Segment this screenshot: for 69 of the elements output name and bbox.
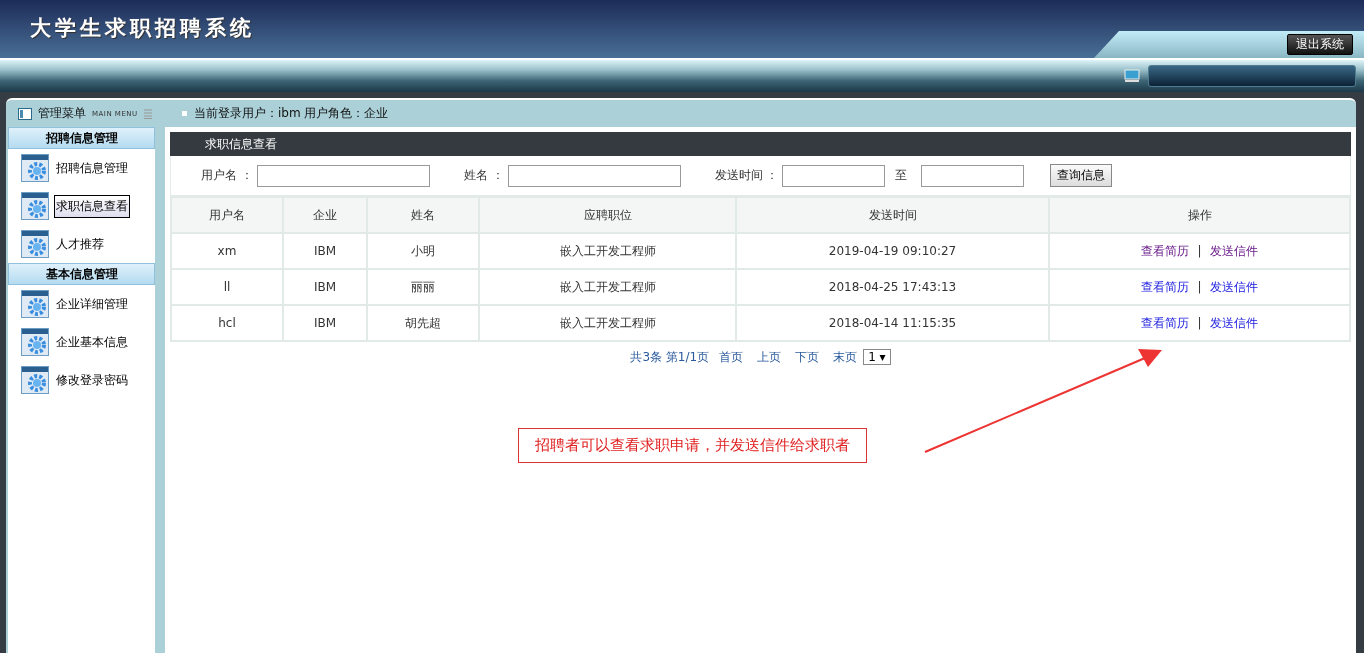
menu-panel-icon (18, 107, 32, 120)
table-cell: 胡先超 (367, 305, 479, 341)
table-cell: 嵌入工开发工程师 (479, 305, 736, 341)
query-button[interactable]: 查询信息 (1050, 164, 1113, 187)
sidebar-item[interactable]: 企业详细管理 (54, 292, 130, 316)
action-link[interactable]: 查看简历 (1141, 279, 1190, 294)
page-link[interactable]: 首页 (719, 348, 744, 366)
input-field[interactable] (921, 164, 1025, 187)
input-field[interactable] (782, 164, 886, 187)
panel-title: 求职信息查看 (170, 132, 1351, 156)
sidebar-item[interactable]: 招聘信息管理 (54, 156, 130, 180)
sidebar-item[interactable]: 人才推荐 (54, 232, 106, 256)
field-label: 用户名 ： (201, 167, 253, 184)
link-separator: | (1197, 279, 1202, 294)
gear-window-icon (21, 328, 49, 356)
action-link[interactable]: 查看简历 (1141, 243, 1190, 258)
page-select[interactable]: 1 ▾ (863, 349, 891, 365)
input-field[interactable] (256, 164, 430, 187)
table-cell: 2019-04-19 09:10:27 (736, 233, 1049, 269)
action-link[interactable]: 发送信件 (1209, 315, 1258, 330)
column-header: 姓名 (367, 197, 479, 233)
table-cell: hcl (171, 305, 283, 341)
table-cell: IBM (283, 269, 367, 305)
sidebar-group-title: 招聘信息管理 (8, 127, 155, 149)
column-header: 应聘职位 (479, 197, 736, 233)
link-separator: | (1197, 243, 1202, 258)
table-cell: ll (171, 269, 283, 305)
system-title: 大学生求职招聘系统 (29, 14, 255, 42)
column-header: 用户名 (171, 197, 283, 233)
sidebar-group-title: 基本信息管理 (8, 263, 155, 285)
sidebar-item[interactable]: 求职信息查看 (54, 194, 130, 218)
table-cell: 嵌入工开发工程师 (479, 233, 736, 269)
table-cell: 丽丽 (367, 269, 479, 305)
link-separator: | (1197, 315, 1202, 330)
user-info: 当前登录用户：ibm 用户角色：企业 (194, 105, 389, 122)
column-header: 企业 (283, 197, 367, 233)
gear-window-icon (21, 230, 49, 258)
page-link[interactable]: 下页 (795, 348, 820, 366)
table-cell: IBM (283, 305, 367, 341)
gear-window-icon (21, 290, 49, 318)
gear-window-icon (21, 366, 49, 394)
sidebar-item[interactable]: 企业基本信息 (54, 330, 130, 354)
table-cell: xm (171, 233, 283, 269)
to-label: 至 (895, 167, 908, 184)
menu-title: 管理菜单 (38, 105, 86, 122)
monitor-icon (1124, 69, 1140, 83)
field-label: 姓名 ： (463, 167, 504, 184)
input-field[interactable] (507, 164, 681, 187)
table-cell: IBM (283, 233, 367, 269)
field-label: 发送时间 ： (714, 167, 779, 184)
table-cell: 嵌入工开发工程师 (479, 269, 736, 305)
table-cell: 2018-04-14 11:15:35 (736, 305, 1049, 341)
annotation-note: 招聘者可以查看求职申请，并发送信件给求职者 (518, 428, 867, 463)
action-link[interactable]: 查看简历 (1141, 315, 1190, 330)
logout-button[interactable]: 退出系统 (1287, 34, 1353, 55)
lines-icon (143, 108, 152, 119)
page-link[interactable]: 末页 (833, 348, 858, 366)
square-bullet-icon (182, 111, 187, 116)
page-summary: 共3条 第1/1页 (630, 348, 710, 366)
table-cell: 小明 (367, 233, 479, 269)
gear-window-icon (21, 154, 49, 182)
column-header: 操作 (1049, 197, 1350, 233)
table-cell: 2018-04-25 17:43:13 (736, 269, 1049, 305)
action-link[interactable]: 发送信件 (1209, 243, 1258, 258)
page-link[interactable]: 上页 (757, 348, 782, 366)
action-link[interactable]: 发送信件 (1209, 279, 1258, 294)
column-header: 发送时间 (736, 197, 1049, 233)
gear-window-icon (21, 192, 49, 220)
sidebar-item[interactable]: 修改登录密码 (54, 368, 130, 392)
